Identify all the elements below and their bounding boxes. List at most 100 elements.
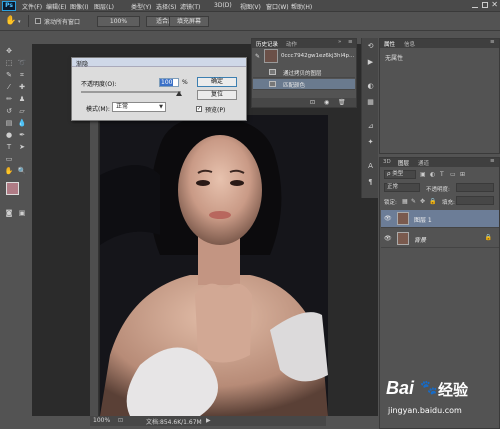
stamp-tool-icon[interactable]: ♟ <box>17 94 27 104</box>
eraser-tool-icon[interactable]: ▱ <box>17 106 27 116</box>
photo-canvas[interactable] <box>100 115 328 416</box>
chevron-down-icon[interactable]: ▾ <box>18 19 21 25</box>
shape-tool-icon[interactable]: ▭ <box>4 154 14 164</box>
blur-tool-icon[interactable]: 💧 <box>17 118 27 128</box>
menu-image[interactable]: 图像(I) <box>70 2 88 11</box>
eye-icon[interactable]: 👁 <box>384 235 392 242</box>
layer-fill-input[interactable] <box>456 196 494 205</box>
zoom-100-button[interactable]: 100% <box>97 16 140 27</box>
dodge-tool-icon[interactable]: ● <box>4 130 14 140</box>
screen-mode-icon[interactable]: ▣ <box>17 208 27 218</box>
tab-3d[interactable]: 3D <box>383 159 391 165</box>
filter-pixel-icon[interactable]: ▣ <box>420 171 426 178</box>
opacity-slider-thumb[interactable] <box>176 91 182 96</box>
crop-tool-icon[interactable]: ⌗ <box>17 70 27 80</box>
layer-row-background[interactable]: 👁 背景 🔒 <box>381 230 499 248</box>
hand-tool-icon[interactable]: ✋ <box>4 166 14 176</box>
move-tool-icon[interactable]: ✥ <box>4 46 14 56</box>
history-brush-source-icon[interactable]: ✎ <box>255 53 260 60</box>
menu-help[interactable]: 帮助(H) <box>291 2 312 11</box>
tab-layers[interactable]: 图层 <box>398 159 409 167</box>
history-panel-icon[interactable]: ⟲ <box>366 42 375 51</box>
hand-tool-icon[interactable]: ✋ <box>5 16 16 26</box>
tab-channels[interactable]: 通道 <box>418 159 429 167</box>
panel-menu-icon[interactable]: ≡ <box>490 158 495 164</box>
healing-tool-icon[interactable]: ✚ <box>17 82 27 92</box>
status-zoom[interactable]: 100% <box>93 417 110 424</box>
opacity-input[interactable]: 100 <box>159 78 179 87</box>
blend-mode-select[interactable]: 正常 <box>384 183 420 192</box>
history-snapshot-thumbnail[interactable] <box>264 49 278 63</box>
layer-kind-filter[interactable]: ρ 类型 <box>384 170 416 179</box>
watermark-brand: Bai <box>386 378 415 398</box>
quick-mask-icon[interactable]: ◙ <box>4 208 14 218</box>
lock-icon: 🔒 <box>484 234 492 241</box>
ok-button[interactable]: 确定 <box>197 77 237 87</box>
menu-layer[interactable]: 图层(L) <box>94 2 114 11</box>
maximize-icon[interactable] <box>482 2 488 8</box>
collapse-icon[interactable]: » <box>338 39 341 45</box>
snapshot-camera-icon[interactable]: ◉ <box>324 99 329 106</box>
filter-shape-icon[interactable]: ▭ <box>450 171 456 178</box>
styles-panel-icon[interactable]: ✦ <box>366 138 375 147</box>
layer-opacity-input[interactable] <box>456 183 494 192</box>
tab-info[interactable]: 信息 <box>404 40 415 48</box>
layer-row-layer1[interactable]: 👁 图层 1 <box>381 210 499 228</box>
trash-icon[interactable]: 🗑 <box>338 99 346 106</box>
color-panel-icon[interactable]: ◐ <box>366 82 375 91</box>
gradient-tool-icon[interactable]: ▤ <box>4 118 14 128</box>
menu-window[interactable]: 窗口(W) <box>266 2 289 11</box>
history-item[interactable]: 通过拷贝的图层 <box>253 67 355 78</box>
quick-select-tool-icon[interactable]: ✎ <box>4 70 14 80</box>
lock-position-icon[interactable]: ✥ <box>420 198 425 205</box>
lasso-tool-icon[interactable]: ➰ <box>17 58 27 68</box>
tab-actions[interactable]: 动作 <box>286 40 297 48</box>
scroll-right-icon[interactable]: ▶ <box>206 417 211 424</box>
character-panel-icon[interactable]: A <box>366 162 375 171</box>
panel-menu-icon[interactable]: ≡ <box>348 39 353 45</box>
panel-menu-icon[interactable]: ≡ <box>490 39 495 45</box>
filter-smart-icon[interactable]: ⊞ <box>460 171 465 178</box>
history-item-selected[interactable]: 匹配颜色 <box>253 79 355 90</box>
lock-image-icon[interactable]: ✎ <box>411 198 416 205</box>
path-select-tool-icon[interactable]: ➤ <box>17 142 27 152</box>
dialog-titlebar[interactable]: 渐隐 <box>72 58 246 68</box>
swatches-panel-icon[interactable]: ▦ <box>366 98 375 107</box>
history-brush-tool-icon[interactable]: ↺ <box>4 106 14 116</box>
tab-history[interactable]: 历史记录 <box>256 40 278 48</box>
filter-type-icon[interactable]: T <box>440 171 444 178</box>
minimize-icon[interactable] <box>472 2 478 8</box>
reset-button[interactable]: 复位 <box>197 90 237 100</box>
menu-view[interactable]: 视图(V) <box>240 2 261 11</box>
preview-checkbox[interactable]: ✓ <box>196 106 202 112</box>
menu-edit[interactable]: 编辑(E) <box>46 2 66 11</box>
pen-tool-icon[interactable]: ✒ <box>17 130 27 140</box>
history-tabs: 历史记录 动作 » ≡ <box>252 39 356 48</box>
scroll-all-checkbox[interactable] <box>35 18 41 24</box>
menu-file[interactable]: 文件(F) <box>22 2 42 11</box>
marquee-tool-icon[interactable]: ⬚ <box>4 58 14 68</box>
actions-panel-icon[interactable]: ▶ <box>366 58 375 67</box>
mode-select[interactable]: 正常 ▼ <box>112 102 166 112</box>
lock-all-icon[interactable]: 🔒 <box>429 198 436 205</box>
adjustments-panel-icon[interactable]: ⊿ <box>366 122 375 131</box>
lock-transparent-icon[interactable]: ▦ <box>402 198 408 205</box>
watermark-brand-suffix: 经验 <box>438 381 469 399</box>
foreground-color-swatch[interactable] <box>6 182 19 195</box>
paragraph-panel-icon[interactable]: ¶ <box>366 178 375 187</box>
new-document-from-state-icon[interactable]: ⊡ <box>310 99 315 106</box>
brush-tool-icon[interactable]: ✏ <box>4 94 14 104</box>
type-tool-icon[interactable]: T <box>4 142 14 152</box>
menu-select[interactable]: 选择(S) <box>156 2 177 11</box>
menu-type[interactable]: 类型(Y) <box>131 2 151 11</box>
opacity-slider-track[interactable] <box>81 91 181 93</box>
menu-filter[interactable]: 滤镜(T) <box>180 2 200 11</box>
zoom-tool-icon[interactable]: 🔍 <box>17 166 27 176</box>
eyedropper-tool-icon[interactable]: ⁄ <box>4 82 14 92</box>
filter-adjust-icon[interactable]: ◐ <box>430 171 435 178</box>
close-icon[interactable]: ✕ <box>491 0 498 9</box>
menu-3d[interactable]: 3D(D) <box>214 2 232 9</box>
tab-properties[interactable]: 属性 <box>384 40 395 48</box>
fill-screen-button[interactable]: 填充屏幕 <box>169 16 209 27</box>
eye-icon[interactable]: 👁 <box>384 215 392 222</box>
